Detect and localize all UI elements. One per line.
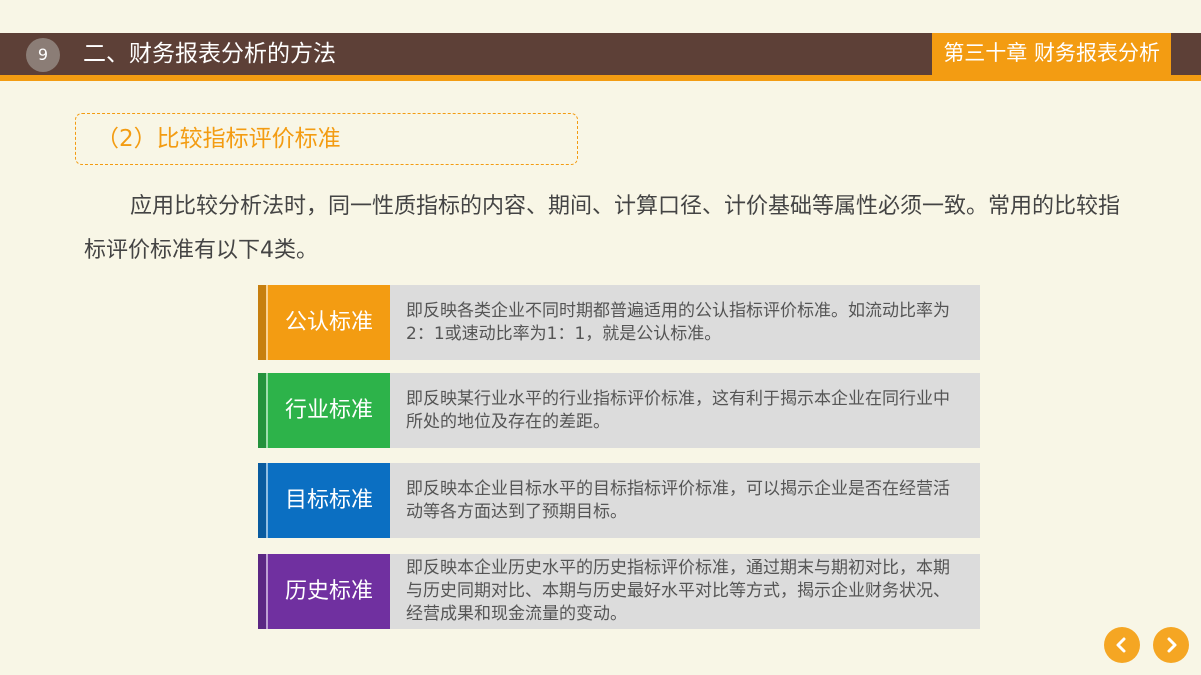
- standard-tab: 历史标准: [258, 554, 390, 629]
- standard-tab: 目标标准: [258, 463, 390, 538]
- standard-label: 行业标准: [284, 398, 373, 423]
- standard-description: 即反映某行业水平的行业指标评价标准，这有利于揭示本企业在同行业中所处的地位及存在…: [406, 388, 950, 432]
- standard-row-target: 目标标准 即反映本企业目标水平的目标指标评价标准，可以揭示企业是否在经营活动等各…: [258, 463, 980, 538]
- intro-paragraph: 应用比较分析法时，同一性质指标的内容、期间、计算口径、计价基础等属性必须一致。常…: [84, 194, 1121, 263]
- standard-description-box: 即反映本企业历史水平的历史指标评价标准，通过期末与期初对比，本期与历史同期对比、…: [390, 554, 980, 629]
- chapter-label: 第三十章 财务报表分析: [932, 33, 1171, 75]
- standard-label: 公认标准: [284, 310, 373, 335]
- standard-description-box: 即反映各类企业不同时期都普遍适用的公认指标评价标准。如流动比率为2：1或速动比率…: [390, 285, 980, 360]
- standard-label: 历史标准: [284, 579, 373, 604]
- chevron-right-icon: [1167, 637, 1177, 653]
- section-subtitle: （2）比较指标评价标准: [75, 113, 578, 165]
- standard-description: 即反映本企业目标水平的目标指标评价标准，可以揭示企业是否在经营活动等各方面达到了…: [406, 478, 950, 522]
- prev-slide-button[interactable]: [1104, 627, 1140, 663]
- header-accent-line: [0, 75, 1201, 81]
- page-title: 二、财务报表分析的方法: [83, 41, 336, 67]
- standard-row-general: 公认标准 即反映各类企业不同时期都普遍适用的公认指标评价标准。如流动比率为2：1…: [258, 285, 980, 360]
- standard-row-historical: 历史标准 即反映本企业历史水平的历史指标评价标准，通过期末与期初对比，本期与历史…: [258, 554, 980, 629]
- standard-tab: 公认标准: [258, 285, 390, 360]
- standard-description: 即反映各类企业不同时期都普遍适用的公认指标评价标准。如流动比率为2：1或速动比率…: [406, 300, 950, 344]
- standard-label: 目标标准: [284, 488, 373, 513]
- page-number-badge: 9: [26, 38, 60, 72]
- standard-row-industry: 行业标准 即反映某行业水平的行业指标评价标准，这有利于揭示本企业在同行业中所处的…: [258, 373, 980, 448]
- next-slide-button[interactable]: [1153, 627, 1189, 663]
- standard-description: 即反映本企业历史水平的历史指标评价标准，通过期末与期初对比，本期与历史同期对比、…: [406, 558, 950, 624]
- standard-tab: 行业标准: [258, 373, 390, 448]
- standard-description-box: 即反映本企业目标水平的目标指标评价标准，可以揭示企业是否在经营活动等各方面达到了…: [390, 463, 980, 538]
- chevron-left-icon: [1116, 637, 1126, 653]
- standard-description-box: 即反映某行业水平的行业指标评价标准，这有利于揭示本企业在同行业中所处的地位及存在…: [390, 373, 980, 448]
